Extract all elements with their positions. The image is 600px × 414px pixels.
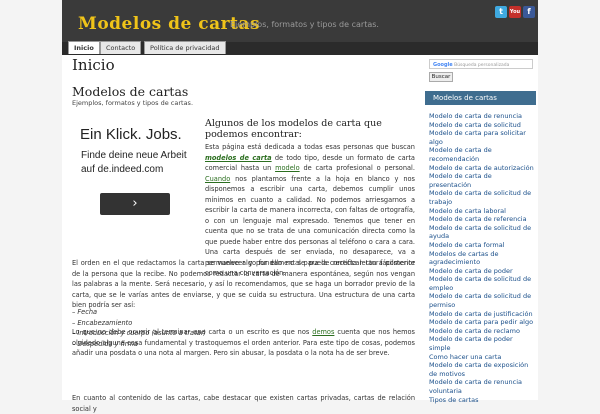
sidebar-item[interactable]: de motivos — [429, 370, 534, 379]
sidebar-item[interactable]: Modelo de carta de renuncia — [429, 112, 534, 121]
sidebar-item[interactable]: recomendación — [429, 155, 534, 164]
link-cuando[interactable]: Cuando — [205, 175, 230, 183]
sidebar-item[interactable]: Modelo de carta de poder simple — [429, 335, 534, 352]
sidebar-item[interactable]: trabajo — [429, 198, 534, 207]
link-modelos-de-carta[interactable]: modelos de carta — [205, 154, 272, 162]
sidebar-item[interactable]: agradecimiento — [429, 258, 534, 267]
tab-contacto[interactable]: Contacto — [100, 41, 142, 54]
intro-heading: Algunos de los modelos de carta que pode… — [205, 118, 382, 140]
sidebar-item[interactable]: voluntaria — [429, 387, 534, 396]
sidebar-item[interactable]: ayuda — [429, 232, 534, 241]
ad-text: Finde deine neue Arbeit — [81, 150, 187, 161]
structure-paragraph: El orden en el que redactamos la carta s… — [72, 259, 415, 309]
site-tagline: Ejemplos, formatos y tipos de cartas. — [230, 20, 379, 29]
site-header: Modelos de cartas Ejemplos, formatos y t… — [62, 0, 538, 42]
twitter-icon[interactable]: t — [495, 6, 507, 18]
sidebar-item[interactable]: Modelo de carta de justificación — [429, 310, 534, 319]
link-modelo[interactable]: modelo — [275, 164, 300, 172]
facebook-icon[interactable]: f — [523, 6, 535, 18]
sidebar-item[interactable]: Modelo de carta formal — [429, 241, 534, 250]
page-title: Inicio — [72, 56, 115, 74]
tab-politica-privacidad[interactable]: Política de privacidad — [144, 41, 226, 54]
sidebar-item[interactable]: Modelo de carta de solicitud de — [429, 292, 534, 301]
search-placeholder: Búsqueda personalizada — [454, 63, 510, 68]
list-item: – Fecha — [72, 308, 98, 316]
sidebar-item[interactable]: Modelo de carta de solicitud — [429, 121, 534, 130]
text: Esta página está dedicada a todas esas p… — [205, 143, 415, 151]
sidebar-widget-title: Modelos de cartas — [425, 91, 536, 105]
google-logo: Google — [433, 62, 453, 68]
sidebar-item[interactable]: empleo — [429, 284, 534, 293]
sidebar-item[interactable]: Modelo de carta para solicitar — [429, 129, 534, 138]
sidebar-item[interactable]: Modelo de carta de referencia — [429, 215, 534, 224]
content-paragraph: En cuanto al contenido de las cartas, ca… — [72, 394, 415, 413]
sidebar-item[interactable]: permiso — [429, 301, 534, 310]
sidebar-item[interactable]: Modelo de carta de renuncia — [429, 378, 534, 387]
sidebar-item[interactable]: Modelo de carta de solicitud de — [429, 189, 534, 198]
sidebar-item[interactable]: Modelo de carta de solicitud de — [429, 275, 534, 284]
sidebar-item[interactable]: Modelos de cartas de — [429, 250, 534, 259]
sidebar-item[interactable]: Modelo de carta de reclamo — [429, 327, 534, 336]
site-subtitle: Ejemplos, formatos y tipos de cartas. — [72, 99, 194, 107]
sidebar-item[interactable]: Modelo de carta de autorización — [429, 164, 534, 173]
search-button[interactable]: Buscar — [429, 72, 453, 82]
sidebar-category-list: Modelo de carta de renuncia Modelo de car… — [429, 112, 534, 404]
sidebar-item[interactable]: Como hacer una carta — [429, 353, 534, 362]
ad-headline: Ein Klick. Jobs. — [80, 126, 182, 143]
sidebar-item[interactable]: Modelo de carta de solicitud de — [429, 224, 534, 233]
link-demos[interactable]: demos — [312, 328, 334, 336]
tab-inicio[interactable]: Inicio — [68, 41, 100, 54]
sidebar-item[interactable]: Modelo de carta de presentación — [429, 172, 534, 189]
sidebar-item[interactable]: Modelo de carta de exposición — [429, 361, 534, 370]
site-title: Modelos de cartas — [72, 84, 189, 99]
sidebar-item[interactable]: Modelo de carta de — [429, 146, 534, 155]
search-input[interactable]: Google Búsqueda personalizada — [429, 59, 533, 69]
sidebar-item[interactable]: Modelo de carta de poder — [429, 267, 534, 276]
ad-url: auf de.indeed.com — [81, 164, 164, 175]
sidebar-item[interactable]: algo — [429, 138, 534, 147]
ad-next-button[interactable]: › — [100, 193, 170, 215]
postdata-paragraph: Lo que no debe ocurrir al terminar una c… — [72, 327, 415, 359]
text: de carta profesional o personal. — [303, 164, 415, 172]
youtube-icon[interactable]: You — [509, 6, 521, 18]
text: Lo que no debe ocurrir al terminar una c… — [72, 328, 310, 336]
advertisement[interactable]: Ein Klick. Jobs. Finde deine neue Arbeit… — [72, 120, 197, 220]
sidebar-item[interactable]: Modelo de carta para pedir algo — [429, 318, 534, 327]
sidebar-item[interactable]: Modelo de carta laboral — [429, 207, 534, 216]
